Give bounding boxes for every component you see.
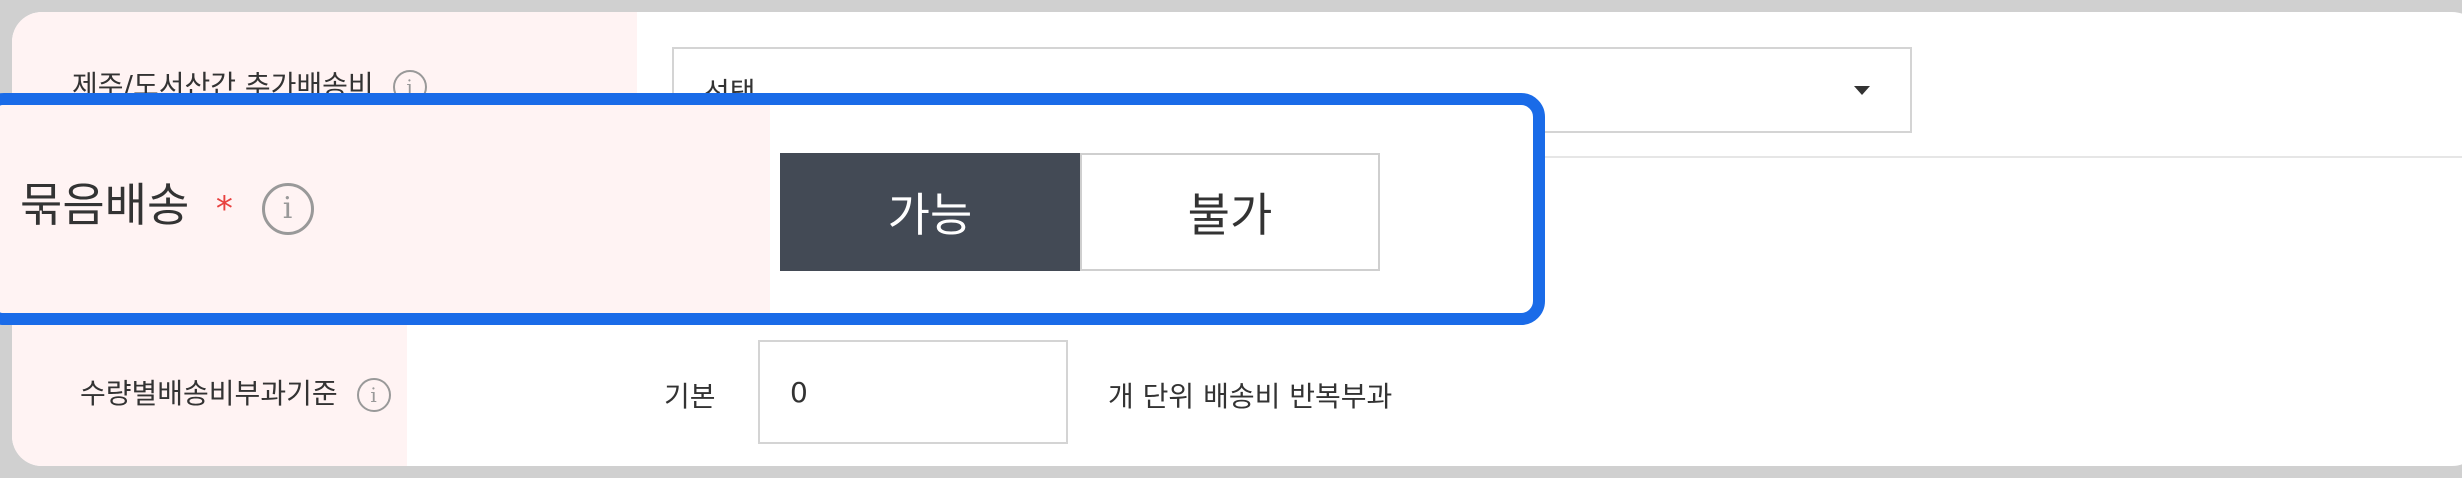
bundle-no-button[interactable]: 불가 [1080, 153, 1380, 271]
quantity-input[interactable] [758, 340, 1068, 444]
required-mark: * [215, 188, 233, 229]
quantity-fee-label: 수량별배송비부과기준 i [80, 372, 391, 412]
bundle-shipping-highlight: 묶음배송 * i 가능 불가 [0, 93, 1545, 325]
unit-description: 개 단위 배송비 반복부과 [1108, 380, 1393, 413]
bundle-shipping-label: 묶음배송 * i [20, 169, 314, 235]
basic-label: 기본 [664, 380, 716, 413]
info-icon[interactable]: i [356, 378, 391, 412]
bundle-label-cell: 묶음배송 * i [0, 105, 770, 313]
bundle-yes-button[interactable]: 가능 [780, 153, 1080, 271]
info-icon[interactable]: i [261, 182, 314, 235]
bundle-shipping-label-text: 묶음배송 [20, 178, 190, 232]
quantity-fee-label-text: 수량별배송비부과기준 [80, 377, 338, 410]
chevron-down-icon [1854, 86, 1870, 95]
quantity-fee-row: 수량별배송비부과기준 i 기본 개 단위 배송비 반복부과 [12, 320, 2462, 466]
quantity-fee-label-cell: 수량별배송비부과기준 i [12, 320, 407, 466]
